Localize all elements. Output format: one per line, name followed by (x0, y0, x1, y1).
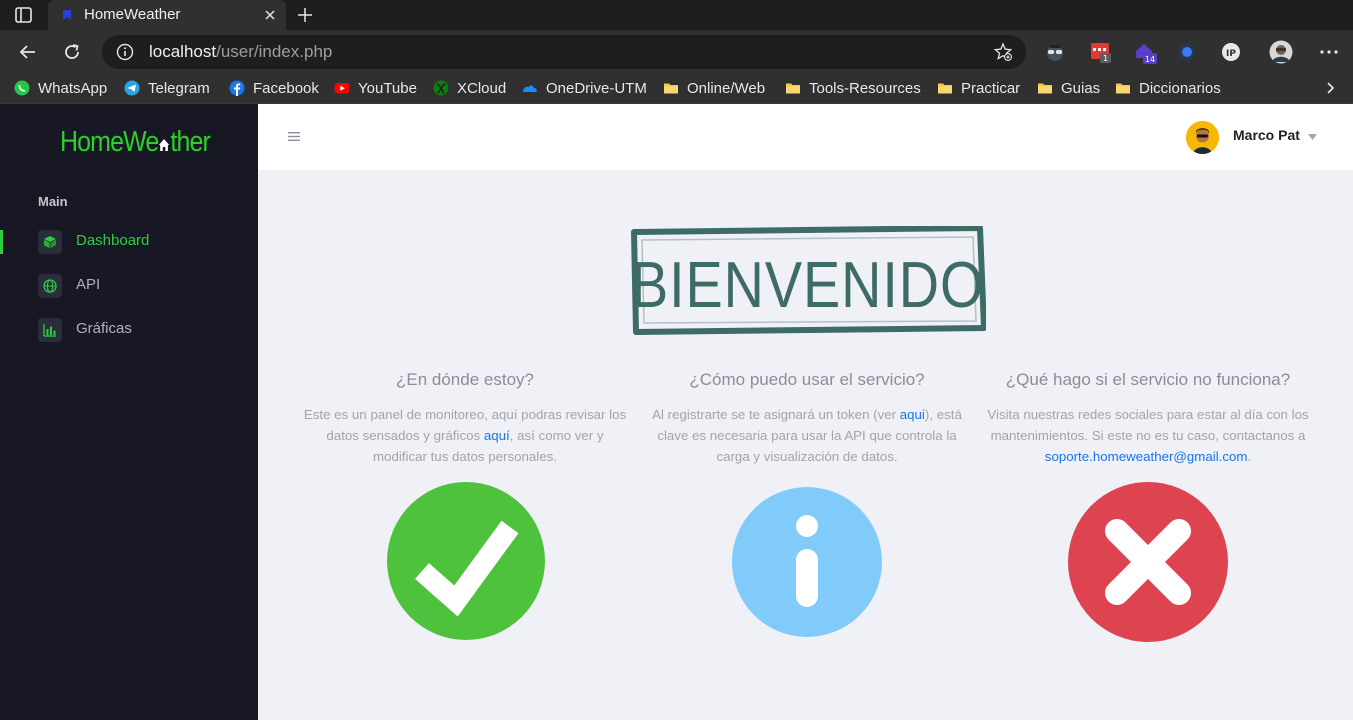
column-text: Al registrarte se te asignará un token (… (652, 407, 962, 464)
extension-badge-14: 14 (1145, 55, 1155, 64)
active-indicator (0, 230, 3, 254)
back-arrow-icon[interactable] (18, 42, 38, 62)
aqui-link[interactable]: aquí (484, 428, 510, 443)
bookmarks-bar: WhatsApp Telegram Facebook YouTube XClou… (0, 73, 1353, 104)
url-text[interactable]: localhost/user/index.php (149, 42, 332, 62)
app-logo[interactable]: HomeWe ther (60, 124, 211, 160)
spy-extension-icon[interactable] (1044, 41, 1066, 63)
bookmark-telegram[interactable]: Telegram (124, 78, 210, 98)
bookmark-online-web[interactable]: Online/Web (663, 78, 765, 98)
site-info-icon[interactable] (116, 43, 134, 61)
sidebar-item-label: Gráficas (76, 320, 132, 337)
user-name[interactable]: Marco Pat (1233, 127, 1300, 143)
folder-icon (664, 83, 678, 94)
home-extension-icon: 14 (1136, 44, 1157, 64)
user-avatar-icon (1186, 121, 1219, 154)
globe-icon (43, 279, 57, 293)
column-text: Visita nuestras redes sociales para esta… (987, 407, 1309, 464)
top-header: Marco Pat (258, 104, 1353, 170)
folder-icon (786, 83, 800, 94)
hamburger-menu-icon[interactable] (288, 132, 300, 141)
purple-extension[interactable]: 14 (1134, 41, 1157, 64)
welcome-banner: BIENVENIDO (631, 226, 986, 335)
bookmark-youtube[interactable]: YouTube (334, 78, 417, 98)
cube-icon (44, 236, 56, 248)
tab-actions-icon[interactable] (15, 7, 32, 23)
youtube-icon (334, 83, 350, 94)
url-host: localhost (149, 42, 217, 61)
column-title: ¿Cómo puedo usar el servicio? (689, 370, 925, 389)
url-path: /user/index.php (216, 42, 333, 61)
facebook-icon (229, 80, 245, 96)
chevron-down-icon[interactable] (1308, 134, 1317, 140)
app-viewport: HomeWe ther Main Dashboard API Gráficas … (0, 104, 1353, 720)
profile-avatar-icon[interactable] (1269, 40, 1293, 64)
folder-icon (1038, 83, 1052, 94)
column-text: Este es un panel de monitoreo, aquí podr… (303, 407, 627, 464)
info-column-where: ¿En dónde estoy? Este es un panel de mon… (298, 370, 632, 467)
close-tab-icon[interactable] (262, 7, 278, 23)
column-title: ¿En dónde estoy? (396, 370, 534, 389)
sidebar-item-label: Dashboard (76, 232, 150, 249)
main-content: BIENVENIDO ¿En dónde estoy? Este es un p… (258, 170, 1353, 720)
bookmark-onedrive[interactable]: OneDrive-UTM (522, 78, 647, 98)
whatsapp-icon (14, 80, 30, 96)
telegram-icon (124, 80, 140, 96)
favicon-icon (63, 10, 71, 20)
bar-chart-icon (43, 324, 56, 337)
checkmark-circle-icon (387, 482, 545, 640)
sidebar-item-dashboard[interactable]: Dashboard (0, 222, 258, 262)
avatar[interactable] (1186, 121, 1219, 154)
bookmark-xcloud[interactable]: XCloud (433, 78, 506, 98)
red-extension[interactable]: 1 (1090, 41, 1112, 63)
favorite-star-icon[interactable] (993, 42, 1013, 62)
chevron-right-icon[interactable] (1322, 80, 1338, 96)
welcome-title: BIENVENIDO (631, 248, 984, 321)
info-circle-icon (732, 487, 882, 637)
browser-tab-bar: HomeWeather (0, 0, 1353, 31)
address-bar[interactable]: localhost/user/index.php (102, 35, 1026, 69)
bookmark-diccionarios[interactable]: Diccionarios (1115, 78, 1221, 98)
sidebar-item-label: API (76, 276, 101, 293)
info-column-how: ¿Cómo puedo usar el servicio? Al registr… (640, 370, 974, 467)
column-title: ¿Qué hago si el servicio no funciona? (1005, 370, 1291, 389)
support-email-link[interactable]: soporte.homeweather@gmail.com (1045, 449, 1248, 464)
sidebar-section-label: Main (38, 194, 68, 209)
browser-tab-active[interactable]: HomeWeather (48, 0, 286, 31)
browser-toolbar: localhost/user/index.php 1 14 IP (0, 31, 1353, 73)
house-icon (159, 139, 170, 151)
ip-extension-icon[interactable]: IP (1220, 41, 1242, 63)
sidebar-item-api[interactable]: API (0, 266, 258, 306)
svg-text:IP: IP (1226, 49, 1236, 59)
tab-title: HomeWeather (84, 6, 181, 23)
more-options-icon[interactable] (1318, 41, 1340, 63)
folder-icon (938, 83, 952, 94)
info-column-troubleshoot: ¿Qué hago si el servicio no funciona? Vi… (981, 370, 1315, 467)
sidebar: HomeWe ther Main Dashboard API Gráficas (0, 104, 258, 720)
bookmark-tools-resources[interactable]: Tools-Resources (785, 78, 921, 98)
folder-icon (1116, 83, 1130, 94)
bookmark-practicar[interactable]: Practicar (937, 78, 1020, 98)
error-circle-icon (1068, 482, 1228, 642)
calendar-extension-icon: 1 (1091, 43, 1111, 63)
bookmark-guias[interactable]: Guias (1037, 78, 1100, 98)
xbox-icon (433, 80, 449, 96)
reload-icon[interactable] (62, 42, 82, 62)
bookmark-whatsapp[interactable]: WhatsApp (14, 78, 107, 98)
bookmark-facebook[interactable]: Facebook (229, 78, 319, 98)
new-tab-icon[interactable] (296, 6, 314, 24)
extension-badge-1: 1 (1103, 54, 1108, 63)
sidebar-item-graficas[interactable]: Gráficas (0, 310, 258, 350)
blue-dot-extension-icon[interactable] (1176, 41, 1198, 63)
onedrive-icon (522, 85, 537, 92)
ver-aqui-link[interactable]: aqui (900, 407, 925, 422)
